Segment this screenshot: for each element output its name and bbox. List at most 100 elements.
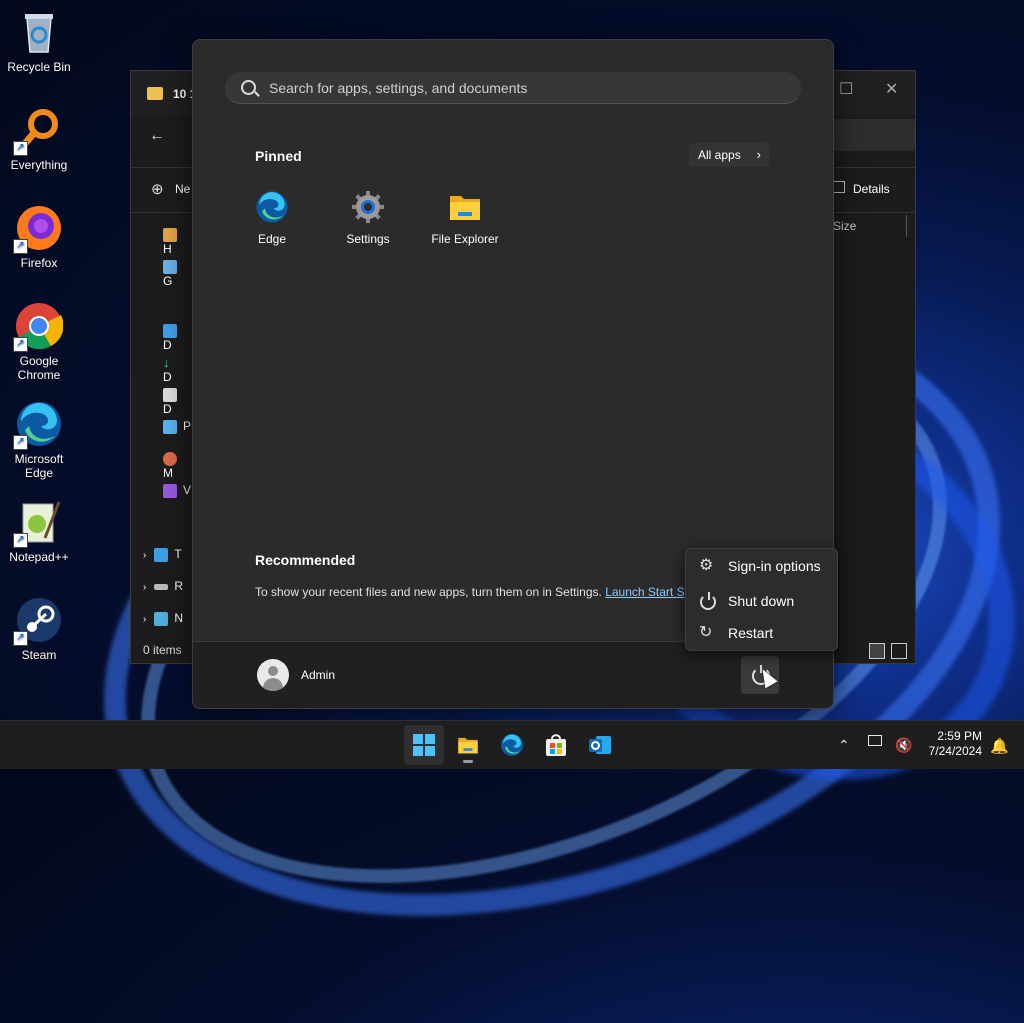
nav-item-this-pc[interactable]: › T: [143, 547, 191, 567]
nav-item-videos[interactable]: V: [163, 483, 191, 503]
folder-icon: [448, 190, 482, 224]
nav-item-pictures[interactable]: P: [163, 419, 191, 439]
desktop-icon-recycle-bin[interactable]: Recycle Bin: [4, 8, 74, 74]
steam-icon: ↗: [13, 596, 63, 646]
new-button-label[interactable]: Ne: [175, 182, 190, 196]
videos-icon: [163, 483, 177, 498]
clock-time: 2:59 PM: [937, 729, 982, 743]
nav-item-music[interactable]: M: [163, 451, 191, 480]
nav-item-downloads[interactable]: ↓D: [163, 354, 191, 384]
gear-icon: [351, 190, 385, 224]
shortcut-arrow-icon: ↗: [13, 239, 28, 254]
nav-item-label: D: [163, 369, 172, 384]
pinned-app-edge[interactable]: Edge: [224, 190, 320, 254]
back-arrow-icon[interactable]: ←: [149, 127, 165, 145]
gear-icon: ⚙: [699, 557, 714, 574]
nav-item-label: V: [183, 483, 192, 497]
nav-item-label: D: [163, 401, 172, 416]
desktop-icon-steam[interactable]: ↗ Steam: [4, 596, 74, 662]
nav-item-label: N: [174, 611, 184, 625]
notepad-plus-plus-icon: ↗: [13, 498, 63, 548]
sign-in-options-item[interactable]: ⚙ Sign-in options: [686, 550, 837, 582]
show-hidden-icons-chevron-icon[interactable]: ⌃: [838, 737, 850, 754]
pinned-app-label: Settings: [346, 232, 390, 246]
nav-item-network[interactable]: › N: [143, 611, 191, 631]
launch-start-settings-link[interactable]: Launch Start S: [605, 585, 684, 599]
desktop-icon-google-chrome[interactable]: ↗ Google Chrome: [4, 302, 74, 382]
file-explorer-icon: [458, 737, 478, 754]
restart-item[interactable]: ↻ Restart: [686, 617, 837, 649]
taskbar-edge[interactable]: [492, 725, 532, 765]
desktop-icon-label: Everything: [10, 158, 68, 172]
taskbar-file-explorer[interactable]: [448, 725, 488, 765]
nav-item-home[interactable]: H: [163, 227, 191, 256]
volume-muted-icon[interactable]: 🔇: [895, 737, 912, 754]
desktop-icon: [163, 323, 177, 338]
nav-item-label: G: [163, 273, 173, 288]
maximize-icon[interactable]: ☐: [839, 79, 853, 99]
chevron-right-icon[interactable]: ›: [143, 550, 146, 561]
desktop-icon-firefox[interactable]: ↗ Firefox: [4, 204, 74, 270]
nav-item-gallery[interactable]: G: [163, 259, 191, 288]
network-icon: [154, 611, 169, 626]
search-input[interactable]: [267, 72, 791, 104]
desktop-icon-label: Google Chrome: [17, 354, 61, 382]
desktop-icon-everything[interactable]: ↗ Everything: [4, 106, 74, 172]
documents-icon: [163, 387, 177, 402]
menu-item-label: Restart: [728, 625, 774, 641]
desktop-icon-label: Recycle Bin: [7, 60, 71, 74]
desktop-icon-label: Firefox: [20, 256, 58, 270]
gallery-icon: [163, 259, 177, 274]
details-view-icon[interactable]: [869, 643, 885, 659]
edge-icon: [501, 734, 523, 756]
desktop-icon-microsoft-edge[interactable]: ↗ Microsoft Edge: [4, 400, 74, 480]
restart-icon: ↻: [699, 624, 713, 641]
power-menu: ⚙ Sign-in options Shut down ↻ Restart: [685, 548, 838, 651]
nav-item-label: H: [163, 241, 172, 256]
start-button[interactable]: [404, 725, 444, 765]
size-column-header[interactable]: Size: [833, 219, 856, 233]
nav-item-documents[interactable]: D: [163, 387, 191, 416]
nav-item-label: R: [174, 579, 184, 593]
all-apps-button[interactable]: All apps ›: [689, 143, 769, 167]
shortcut-arrow-icon: ↗: [13, 141, 28, 156]
chevron-right-icon[interactable]: ›: [143, 582, 146, 593]
start-search-box[interactable]: [225, 72, 801, 104]
desktop-icon-notepad-plus-plus[interactable]: ↗ Notepad++: [4, 498, 74, 564]
details-button[interactable]: Details: [853, 182, 890, 196]
nav-item-desktop[interactable]: D: [163, 323, 191, 352]
close-icon[interactable]: ✕: [885, 79, 898, 99]
chevron-right-icon[interactable]: ›: [143, 614, 146, 625]
shortcut-arrow-icon: ↗: [13, 337, 28, 352]
recycle-bin-icon: [15, 8, 63, 56]
new-plus-icon[interactable]: ⊕: [151, 180, 164, 198]
edge-icon: ↗: [13, 400, 63, 450]
shortcut-arrow-icon: ↗: [13, 533, 28, 548]
pinned-app-settings[interactable]: Settings: [320, 190, 416, 254]
nav-item-label: M: [163, 465, 173, 480]
desktop-icon-label: Notepad++: [9, 550, 69, 564]
recommended-title: Recommended: [255, 552, 356, 568]
pinned-app-file-explorer[interactable]: File Explorer: [417, 190, 513, 254]
download-icon: ↓: [163, 354, 170, 370]
notification-bell-icon[interactable]: 🔔: [990, 737, 1009, 755]
desktop-icon-label: Microsoft Edge: [14, 452, 64, 480]
network-icon[interactable]: [868, 735, 882, 746]
clock[interactable]: 2:59 PM 7/24/2024: [920, 729, 982, 759]
explorer-address-bar[interactable]: 1: [821, 119, 915, 151]
pinned-app-label: Edge: [257, 232, 287, 246]
chrome-icon: ↗: [13, 302, 64, 352]
pc-icon: [154, 547, 169, 562]
avatar[interactable]: [257, 659, 289, 691]
menu-item-label: Shut down: [728, 593, 795, 609]
shut-down-item[interactable]: Shut down: [686, 585, 837, 617]
user-name[interactable]: Admin: [301, 668, 335, 682]
taskbar-outlook[interactable]: [580, 725, 620, 765]
start-footer: Admin: [193, 641, 833, 708]
tiles-view-icon[interactable]: [891, 643, 907, 659]
nav-item-removable[interactable]: › R: [143, 579, 191, 599]
column-divider: [906, 215, 907, 237]
explorer-nav-pane: H G D ↓D D P M V › T › R › N: [131, 212, 191, 632]
taskbar-store[interactable]: [536, 725, 576, 765]
recommended-message: To show your recent files and new apps, …: [255, 585, 685, 599]
